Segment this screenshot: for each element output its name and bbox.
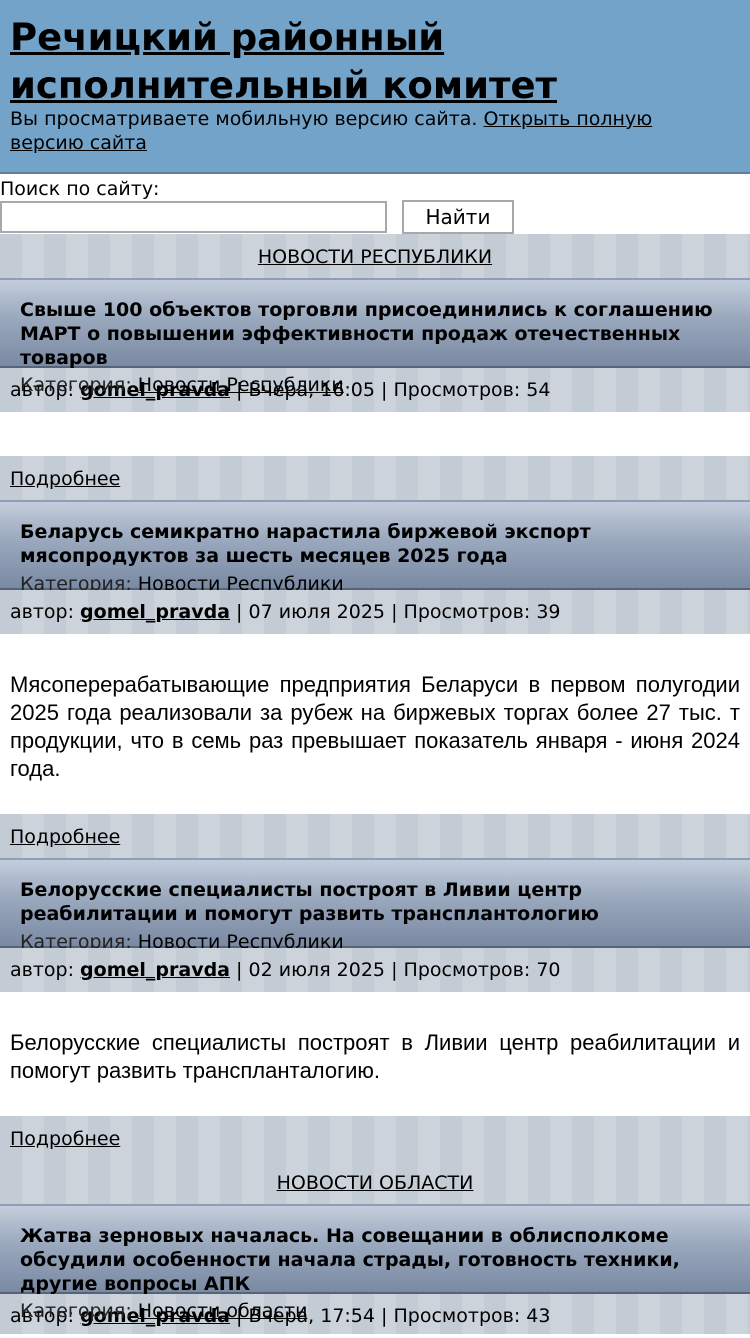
news-title[interactable]: Свыше 100 объектов торговли присоединили… [20,298,720,370]
views-count: 39 [536,601,561,623]
search-button[interactable]: Найти [402,200,514,234]
news-item-header: Беларусь семикратно нарастила биржевой э… [0,500,750,595]
mobile-note-text: Вы просматриваете мобильную версию сайта… [10,108,478,130]
author-label: автор: [10,601,74,623]
author-link[interactable]: gomel_pravda [80,601,230,623]
views-label: Просмотров: [403,601,531,623]
views-label: Просмотров: [393,1305,521,1327]
site-title[interactable]: Речицкий районный исполнительный комитет [10,14,740,110]
section-link-region[interactable]: НОВОСТИ ОБЛАСТИ [277,1172,474,1194]
section-heading-republic: НОВОСТИ РЕСПУБЛИКИ [0,234,750,280]
news-excerpt: Белорусские специалисты построят в Ливии… [10,1030,740,1083]
category-link[interactable]: Новости области [138,1300,308,1322]
news-title[interactable]: Жатва зерновых началась. На совещании в … [20,1224,720,1296]
news-date: 02 июля 2025 [248,959,386,981]
more-bar: Подробнее [0,456,750,502]
site-header: Речицкий районный исполнительный комитет… [0,0,750,174]
category-label: Категория: [20,1300,132,1322]
category-link[interactable]: Новости Республики [138,374,344,396]
separator: | [236,601,243,623]
separator: | [391,959,398,981]
views-count: 70 [536,959,561,981]
section-link-republic[interactable]: НОВОСТИ РЕСПУБЛИКИ [258,246,492,268]
news-category: Категория: Новости Республики [20,373,344,397]
news-title[interactable]: Беларусь семикратно нарастила биржевой э… [20,520,720,568]
news-title[interactable]: Белорусские специалисты построят в Ливии… [20,878,720,926]
news-date: 07 июля 2025 [248,601,386,623]
separator: | [381,1305,388,1327]
news-excerpt: Мясоперерабатывающие предприятия Беларус… [10,672,740,781]
views-count: 54 [526,379,551,401]
news-item-header: Жатва зерновых началась. На совещании в … [0,1204,750,1296]
news-meta: автор: gomel_pravda | 07 июля 2025 | Про… [0,590,750,634]
author-label: автор: [10,959,74,981]
views-label: Просмотров: [393,379,521,401]
category-label: Категория: [20,374,132,396]
more-bar: Подробнее [0,814,750,860]
news-item-header: Белорусские специалисты построят в Ливии… [0,858,750,953]
more-bar: Подробнее [0,1116,750,1162]
section-heading-region: НОВОСТИ ОБЛАСТИ [0,1160,750,1206]
separator: | [236,959,243,981]
separator: | [381,379,388,401]
views-count: 43 [526,1305,551,1327]
read-more-link[interactable]: Подробнее [10,826,120,848]
read-more-link[interactable]: Подробнее [10,1128,120,1150]
views-label: Просмотров: [403,959,531,981]
mobile-version-note: Вы просматриваете мобильную версию сайта… [10,107,730,155]
news-category: Категория: Новости области [20,1299,307,1323]
author-link[interactable]: gomel_pravda [80,959,230,981]
separator: | [391,601,398,623]
news-meta: автор: gomel_pravda | 02 июля 2025 | Про… [0,948,750,992]
search-label: Поиск по сайту: [0,178,160,200]
read-more-link[interactable]: Подробнее [10,468,120,490]
search-input[interactable] [0,201,387,233]
news-item-header: Свыше 100 объектов торговли присоединили… [0,278,750,370]
